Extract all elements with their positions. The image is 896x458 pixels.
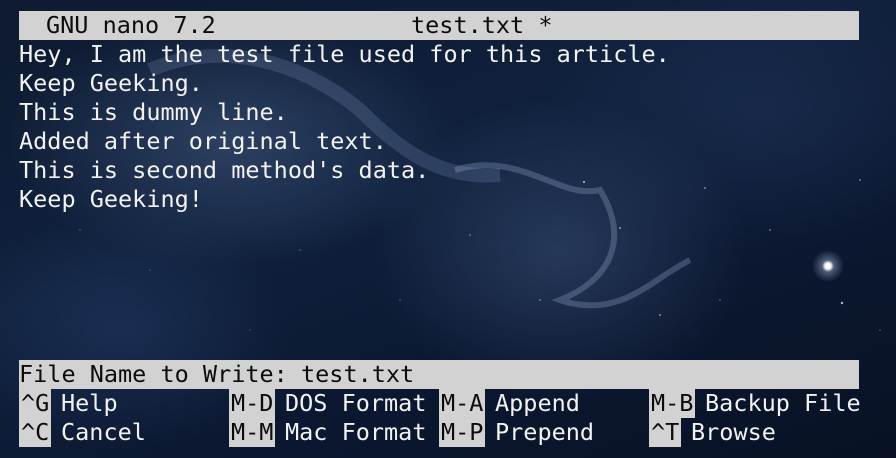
- shortcut-prepend[interactable]: M-P Prepend: [439, 418, 639, 447]
- editor-line[interactable]: This is dummy line.: [19, 98, 288, 127]
- shortcut-label: Cancel: [61, 418, 146, 446]
- app-name: GNU nano 7.2: [46, 11, 216, 39]
- editor-line[interactable]: This is second method's data.: [19, 156, 429, 185]
- shortcut-key: ^T: [649, 418, 682, 447]
- shortcut-key: ^G: [19, 389, 52, 418]
- shortcut-browse[interactable]: ^T Browse: [649, 418, 889, 447]
- shortcut-label: Help: [61, 389, 118, 417]
- prompt-label: File Name to Write:: [19, 360, 302, 388]
- shortcut-key: M-A: [439, 389, 486, 418]
- shortcut-label: Mac Format: [285, 418, 427, 446]
- shortcut-key: M-P: [439, 418, 486, 447]
- editor-line[interactable]: Added after original text.: [19, 127, 387, 156]
- filename-prompt-bar: File Name to Write: test.txt: [19, 360, 859, 389]
- filename-input[interactable]: test.txt: [301, 360, 414, 389]
- shortcut-key: ^C: [19, 418, 52, 447]
- editor-line[interactable]: Keep Geeking.: [19, 69, 203, 98]
- shortcut-label: Append: [495, 389, 580, 417]
- editor-line[interactable]: Keep Geeking!: [19, 185, 203, 214]
- shortcut-label: Prepend: [495, 418, 595, 446]
- file-name: test.txt *: [411, 11, 553, 39]
- shortcut-label: DOS Format: [285, 389, 427, 417]
- shortcut-label: Browse: [691, 418, 776, 446]
- shortcut-help[interactable]: ^G Help: [19, 389, 219, 418]
- shortcut-cancel[interactable]: ^C Cancel: [19, 418, 219, 447]
- shortcut-mac-format[interactable]: M-M Mac Format: [229, 418, 434, 447]
- shortcut-key: M-B: [649, 389, 696, 418]
- shortcut-key: M-M: [229, 418, 276, 447]
- shortcut-backup-file[interactable]: M-B Backup File: [649, 389, 889, 418]
- shortcut-label: Backup File: [705, 389, 861, 417]
- shortcut-append[interactable]: M-A Append: [439, 389, 639, 418]
- title-bar: GNU nano 7.2 test.txt *: [19, 11, 859, 40]
- shortcut-dos-format[interactable]: M-D DOS Format: [229, 389, 434, 418]
- editor-line[interactable]: Hey, I am the test file used for this ar…: [19, 40, 670, 69]
- shortcut-key: M-D: [229, 389, 276, 418]
